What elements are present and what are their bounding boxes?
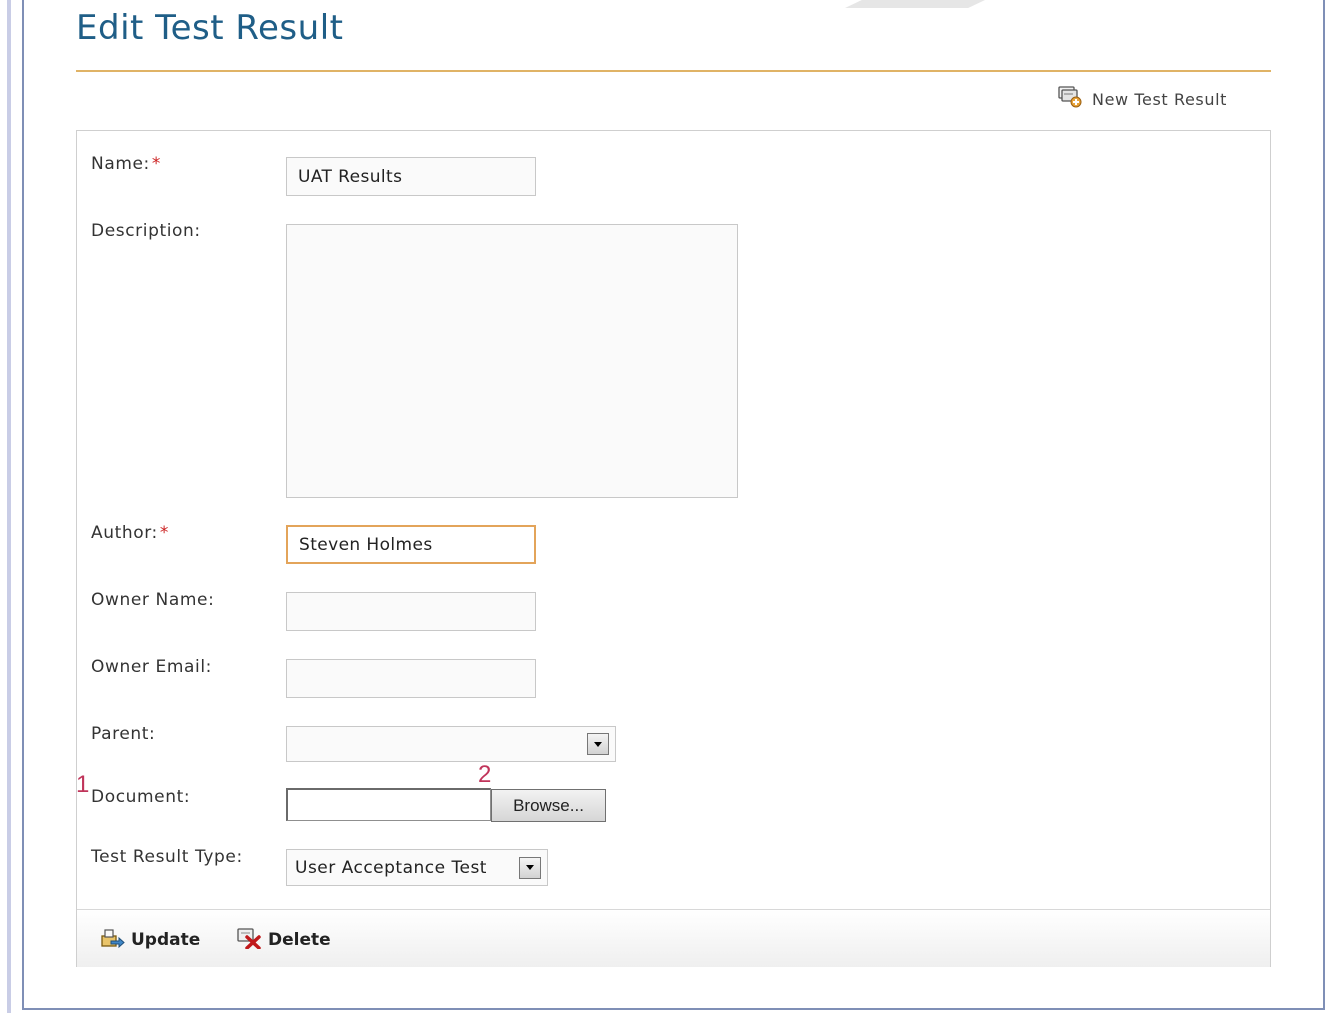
new-test-result-label: New Test Result (1092, 89, 1228, 109)
new-record-icon (1058, 86, 1082, 112)
chevron-down-icon[interactable] (519, 856, 541, 879)
chevron-down-icon[interactable] (587, 733, 609, 755)
delete-label: Delete (268, 930, 331, 950)
author-input[interactable] (286, 525, 536, 564)
owner-name-label: Owner Name: (91, 590, 215, 610)
description-textarea[interactable] (286, 224, 738, 498)
document-label: Document: (91, 787, 191, 807)
owner-email-input[interactable] (286, 659, 536, 698)
owner-name-input[interactable] (286, 592, 536, 631)
browse-button[interactable]: Browse... (491, 789, 606, 822)
top-decoration (845, 0, 985, 8)
parent-select[interactable] (286, 726, 616, 762)
description-label: Description: (91, 221, 201, 241)
edit-form: Name:* Description: Author:* Owner Name:… (76, 130, 1271, 967)
annotation-marker-1: 1 (76, 771, 90, 798)
annotation-marker-2: 2 (478, 761, 492, 788)
update-label: Update (131, 930, 201, 950)
required-mark: * (151, 154, 161, 174)
window-left-bar (7, 0, 11, 1013)
new-test-result-link[interactable]: New Test Result (1058, 86, 1227, 112)
document-file-input[interactable] (286, 788, 491, 821)
name-input[interactable] (286, 157, 536, 196)
update-button[interactable]: Update (99, 927, 200, 953)
test-result-type-label: Test Result Type: (91, 847, 243, 867)
owner-email-label: Owner Email: (91, 657, 213, 677)
parent-label: Parent: (91, 724, 156, 744)
form-actions-bar: Update Delete (77, 909, 1270, 967)
delete-button[interactable]: Delete (236, 927, 331, 953)
name-label: Name: * (91, 154, 161, 174)
delete-icon (236, 927, 262, 953)
page-title: Edit Test Result (76, 8, 344, 48)
test-result-type-selected-value: User Acceptance Test (295, 857, 487, 878)
update-icon (99, 927, 125, 953)
required-mark: * (159, 523, 169, 543)
title-divider (76, 70, 1271, 72)
test-result-type-select[interactable]: User Acceptance Test (286, 849, 548, 886)
author-label: Author: * (91, 523, 169, 543)
